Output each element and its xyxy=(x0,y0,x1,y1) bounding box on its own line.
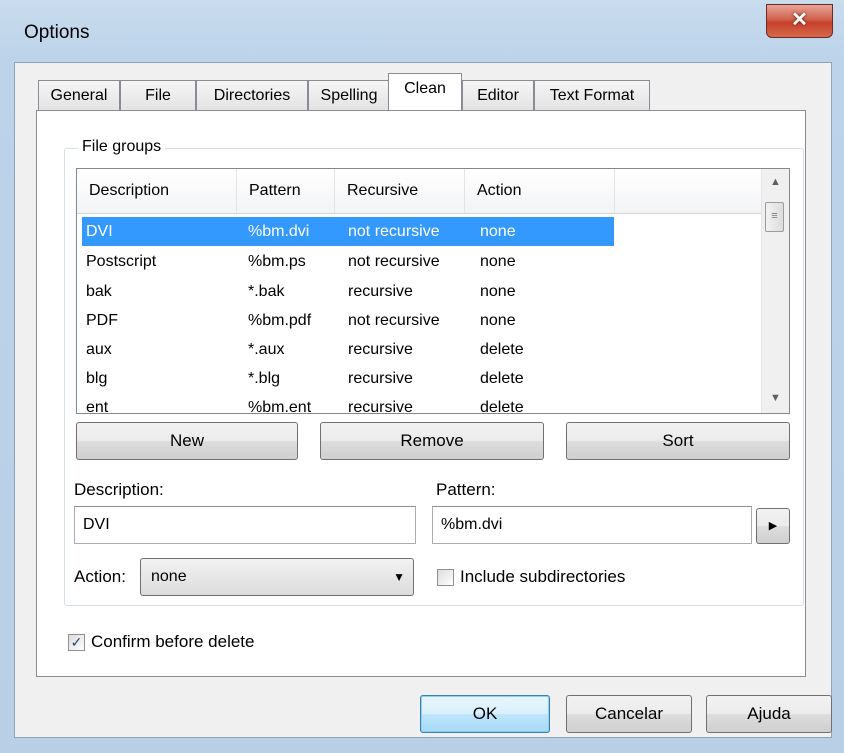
column-header-recursive[interactable]: Recursive xyxy=(335,169,465,213)
cell-action: none xyxy=(480,253,516,270)
title-bar[interactable]: Options ✕ xyxy=(0,0,844,62)
arrow-right-icon: ▶ xyxy=(768,520,778,532)
cell-description: aux xyxy=(86,341,112,358)
remove-button[interactable]: Remove xyxy=(320,422,544,460)
scroll-down-icon[interactable]: ▼ xyxy=(762,387,789,409)
list-header: Description Pattern Recursive Action xyxy=(77,169,763,214)
cancel-button[interactable]: Cancelar xyxy=(566,695,692,733)
cell-action: none xyxy=(480,312,516,329)
file-groups-label: File groups xyxy=(78,138,166,156)
cell-pattern: *.blg xyxy=(248,370,281,387)
cell-pattern: %bm.ps xyxy=(248,253,306,270)
include-subdirectories-label: Include subdirectories xyxy=(460,567,626,586)
column-header-empty xyxy=(615,169,763,213)
cell-recursive: recursive xyxy=(348,283,413,300)
table-row[interactable]: Postscript %bm.ps not recursive none xyxy=(82,247,614,276)
help-button[interactable]: Ajuda xyxy=(706,695,832,733)
chevron-down-icon: ▼ xyxy=(393,570,405,584)
ok-button[interactable]: OK xyxy=(420,695,550,733)
cell-recursive: not recursive xyxy=(348,223,440,240)
column-header-action[interactable]: Action xyxy=(465,169,615,213)
description-label: Description: xyxy=(74,480,164,499)
cell-recursive: not recursive xyxy=(348,312,440,329)
file-groups-list[interactable]: Description Pattern Recursive Action DVI… xyxy=(76,168,790,414)
scroll-up-icon[interactable]: ▲ xyxy=(762,171,789,193)
confirm-before-delete-checkbox[interactable]: ✓ xyxy=(68,634,85,651)
include-subdirectories-checkbox[interactable] xyxy=(437,569,454,586)
window-title: Options xyxy=(24,22,90,43)
cell-description: DVI xyxy=(86,223,113,240)
cell-description: ent xyxy=(86,399,109,414)
table-row[interactable]: blg *.blg recursive delete xyxy=(82,364,614,393)
action-select-value: none xyxy=(151,568,187,585)
confirm-before-delete-label: Confirm before delete xyxy=(91,632,255,651)
new-button[interactable]: New xyxy=(76,422,298,460)
cell-description: Postscript xyxy=(86,253,157,270)
close-icon: ✕ xyxy=(791,9,808,31)
cell-pattern: *.bak xyxy=(248,283,285,300)
tab-clean[interactable]: Clean xyxy=(388,73,462,110)
grip-icon: ≡ xyxy=(771,210,778,222)
cell-pattern: %bm.ent xyxy=(248,399,312,414)
cell-action: none xyxy=(480,283,516,300)
tab-text-format[interactable]: Text Format xyxy=(534,80,650,110)
table-row[interactable]: aux *.aux recursive delete xyxy=(82,335,614,364)
pattern-insert-button[interactable]: ▶ xyxy=(756,508,790,544)
cell-pattern: %bm.dvi xyxy=(248,223,310,240)
cell-recursive: not recursive xyxy=(348,253,440,270)
pattern-label: Pattern: xyxy=(436,480,496,499)
action-select[interactable]: none ▼ xyxy=(140,558,414,596)
cell-description: bak xyxy=(86,283,112,300)
check-icon: ✓ xyxy=(70,634,83,650)
cell-action: delete xyxy=(480,370,524,387)
tab-general[interactable]: General xyxy=(38,80,120,110)
cell-pattern: *.aux xyxy=(248,341,285,358)
column-header-description[interactable]: Description xyxy=(77,169,237,213)
cell-action: none xyxy=(480,223,516,240)
table-row[interactable]: PDF %bm.pdf not recursive none xyxy=(82,306,614,335)
vertical-scrollbar[interactable]: ▲ ≡ ▼ xyxy=(761,169,789,413)
cell-action: delete xyxy=(480,399,524,414)
cell-description: blg xyxy=(86,370,108,387)
cell-pattern: %bm.pdf xyxy=(248,312,312,329)
scroll-thumb[interactable]: ≡ xyxy=(765,202,784,232)
tab-file[interactable]: File xyxy=(120,80,196,110)
pattern-field[interactable]: %bm.dvi xyxy=(432,506,752,544)
tab-spelling[interactable]: Spelling xyxy=(308,80,390,110)
sort-button[interactable]: Sort xyxy=(566,422,790,460)
tab-directories[interactable]: Directories xyxy=(196,80,308,110)
cell-recursive: recursive xyxy=(348,370,413,387)
cell-recursive: recursive xyxy=(348,399,413,414)
close-button[interactable]: ✕ xyxy=(766,4,833,38)
cell-description: PDF xyxy=(86,312,118,329)
cell-recursive: recursive xyxy=(348,341,413,358)
table-row[interactable]: ent %bm.ent recursive delete xyxy=(82,393,614,414)
tab-editor[interactable]: Editor xyxy=(462,80,534,110)
column-header-pattern[interactable]: Pattern xyxy=(237,169,335,213)
cell-action: delete xyxy=(480,341,524,358)
table-row[interactable]: bak *.bak recursive none xyxy=(82,277,614,306)
table-row[interactable]: DVI %bm.dvi not recursive none xyxy=(82,217,614,246)
action-label: Action: xyxy=(74,567,126,586)
description-field[interactable]: DVI xyxy=(74,506,416,544)
